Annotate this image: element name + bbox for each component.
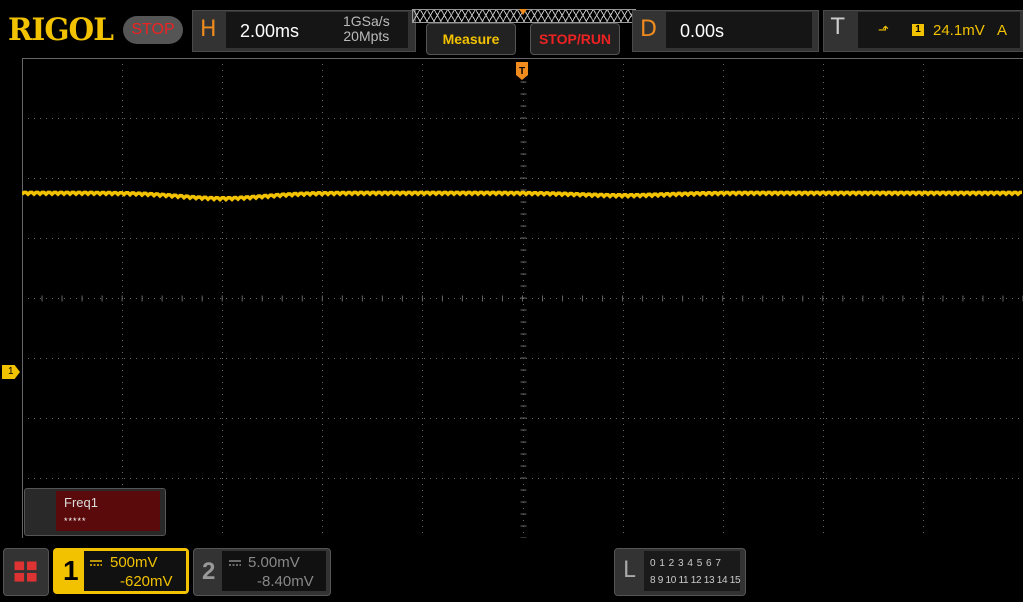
trigger-mode: A [997,22,1008,39]
measurement-value: ***** [64,516,87,526]
delay-label: D [640,17,657,42]
channel-1-offset-marker[interactable]: 1 [2,365,20,379]
channel-1-scale: 500mV [110,554,158,571]
channel-1-trace [22,190,1022,202]
trigger-label: T [831,15,845,40]
channel-1-offset: -620mV [120,573,173,590]
logic-channels-row-2: 8 9 10 11 12 13 14 15 [650,575,741,586]
trigger-position-marker[interactable]: T [515,62,529,80]
trigger-marker-label: T [519,66,525,77]
acquisition-info: 1GSa/s 20Mpts [343,14,390,44]
trigger-source-badge: 1 [912,24,924,36]
timebase-value: 2.00ms [240,21,300,41]
rising-edge-icon: ⬏ [878,22,889,37]
graticule-grid [22,58,1023,538]
trigger-position-icon [519,9,527,15]
logic-channels-row-1: 0 1 2 3 4 5 6 7 [650,558,721,569]
channel-1-number: 1 [63,555,79,586]
channel-2-scale: 5.00mV [248,554,300,571]
stop-run-button[interactable]: STOP/RUN [530,23,620,55]
dc-coupling-icon [90,560,102,566]
delay-value: 0.00s [680,21,725,41]
dc-coupling-icon [229,560,241,566]
measurement-label: Freq1 [64,495,98,510]
logic-label: L [623,558,636,583]
rigol-logo: RIGOL [8,12,114,48]
channel-2-number: 2 [202,558,216,585]
sample-rate: 1GSa/s [343,13,390,29]
channel-2-offset: -8.40mV [257,573,314,590]
trigger-level: 24.1mV [933,22,985,39]
menu-icon[interactable] [3,548,49,596]
waveform-screen[interactable] [22,58,1023,538]
horizontal-label: H [200,17,217,42]
run-state-indicator[interactable]: STOP [123,16,183,44]
memory-depth: 20Mpts [343,28,390,44]
measure-button[interactable]: Measure [426,23,516,55]
